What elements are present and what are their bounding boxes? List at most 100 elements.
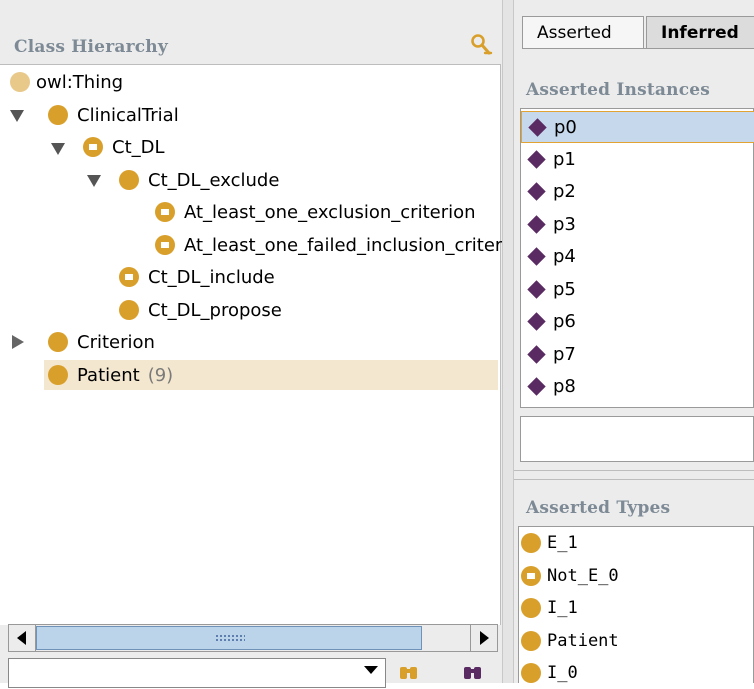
expand-toggle-icon[interactable] bbox=[51, 143, 65, 155]
individual-icon bbox=[527, 376, 546, 396]
instance-filter-field[interactable] bbox=[520, 416, 754, 462]
defined-class-icon bbox=[155, 202, 175, 222]
asserted-instances-title: Asserted Instances bbox=[526, 80, 711, 100]
list-item[interactable]: p8 bbox=[521, 370, 754, 402]
individual-icon bbox=[527, 149, 546, 169]
tab-asserted[interactable]: Asserted bbox=[522, 16, 644, 48]
list-item[interactable]: p5 bbox=[521, 273, 754, 305]
class-hierarchy-header: Class Hierarchy bbox=[0, 28, 502, 64]
type-label: Not_E_0 bbox=[547, 566, 619, 586]
list-item[interactable]: p3 bbox=[521, 208, 754, 240]
instance-label: p0 bbox=[554, 116, 577, 138]
tree-node-label: ClinicalTrial bbox=[77, 104, 179, 126]
tab-inferred[interactable]: Inferred bbox=[646, 16, 754, 48]
tree-node-criterion[interactable]: Criterion bbox=[48, 327, 155, 357]
class-tree[interactable]: owl:Thing ClinicalTrial Ct_DL Ct_DL_excl… bbox=[0, 64, 530, 625]
chevron-down-icon[interactable] bbox=[364, 666, 378, 674]
list-item[interactable]: p6 bbox=[521, 305, 754, 337]
instance-label: p4 bbox=[553, 245, 576, 267]
tree-node-label: owl:Thing bbox=[36, 71, 124, 93]
scroll-grip-icon bbox=[215, 634, 245, 643]
instance-label: p1 bbox=[553, 148, 576, 170]
tree-node-label: At_least_one_exclusion_criterion bbox=[184, 201, 476, 223]
expand-toggle-icon[interactable] bbox=[10, 110, 24, 122]
instance-label: p5 bbox=[553, 278, 576, 300]
defined-class-icon bbox=[119, 267, 139, 287]
instance-label: p3 bbox=[553, 213, 576, 235]
list-item[interactable]: p2 bbox=[521, 175, 754, 207]
tree-node-patient[interactable]: Patient (9) bbox=[44, 360, 498, 390]
tree-node-label: Ct_DL_propose bbox=[148, 299, 282, 321]
class-icon bbox=[48, 365, 68, 385]
instance-label: p6 bbox=[553, 310, 576, 332]
individual-icon bbox=[528, 117, 547, 137]
class-icon bbox=[119, 170, 139, 190]
class-icon bbox=[521, 533, 541, 553]
class-icon bbox=[521, 598, 541, 618]
tree-node-label: Ct_DL_exclude bbox=[148, 169, 280, 191]
tree-node-label: Criterion bbox=[77, 331, 155, 353]
tree-node-clinicaltrial[interactable]: ClinicalTrial bbox=[48, 100, 179, 130]
individuals-panel: Asserted Inferred Asserted Instances p0 … bbox=[514, 0, 754, 683]
instance-label: p7 bbox=[553, 343, 576, 365]
types-list[interactable]: E_1 Not_E_0 I_1 Patient I_0 bbox=[518, 526, 754, 683]
tree-node-label: Ct_DL_include bbox=[148, 266, 275, 288]
tree-node-owl-thing[interactable]: owl:Thing bbox=[10, 67, 123, 97]
class-light-icon bbox=[10, 72, 30, 92]
tree-node-label: Ct_DL bbox=[112, 136, 165, 158]
collapse-toggle-icon[interactable] bbox=[12, 335, 24, 349]
individual-icon bbox=[527, 246, 546, 266]
tab-underline bbox=[522, 48, 754, 49]
tree-node-at-least-one-exclusion-criterion[interactable]: At_least_one_exclusion_criterion bbox=[155, 197, 476, 227]
tree-node-ct-dl[interactable]: Ct_DL bbox=[83, 132, 165, 162]
instance-label: p8 bbox=[553, 375, 576, 397]
list-item[interactable]: p4 bbox=[521, 240, 754, 272]
defined-class-icon bbox=[83, 137, 103, 157]
tree-node-label: Patient bbox=[77, 364, 140, 386]
scroll-left-icon[interactable] bbox=[9, 625, 36, 651]
individual-icon bbox=[527, 181, 546, 201]
class-search-input[interactable] bbox=[8, 658, 386, 688]
list-item[interactable]: p0 bbox=[521, 111, 754, 143]
individual-icon bbox=[527, 311, 546, 331]
individual-icon bbox=[527, 344, 546, 364]
list-item[interactable]: p1 bbox=[521, 143, 754, 175]
class-icon bbox=[521, 631, 541, 651]
asserted-types-title: Asserted Types bbox=[526, 498, 671, 518]
split-pane-divider[interactable] bbox=[502, 0, 514, 683]
defined-class-icon bbox=[155, 235, 175, 255]
list-item[interactable]: Not_E_0 bbox=[519, 560, 619, 592]
tree-node-ct-dl-propose[interactable]: Ct_DL_propose bbox=[119, 295, 282, 325]
list-item[interactable]: Patient bbox=[519, 625, 619, 657]
section-divider bbox=[514, 470, 754, 480]
class-icon bbox=[521, 663, 541, 683]
class-hierarchy-title: Class Hierarchy bbox=[14, 37, 168, 57]
type-label: E_1 bbox=[547, 533, 578, 553]
list-item[interactable]: p7 bbox=[521, 338, 754, 370]
list-item[interactable]: I_1 bbox=[519, 592, 578, 624]
binoculars-icon[interactable] bbox=[398, 664, 420, 682]
tree-node-at-least-one-failed-inclusion-criterion[interactable]: At_least_one_failed_inclusion_criterion bbox=[155, 230, 530, 260]
expand-toggle-icon[interactable] bbox=[87, 175, 101, 187]
binoculars-icon[interactable] bbox=[462, 664, 484, 682]
list-item[interactable]: I_0 bbox=[519, 657, 578, 689]
type-label: I_0 bbox=[547, 663, 578, 683]
tree-node-label: At_least_one_failed_inclusion_criterion bbox=[184, 234, 530, 256]
search-person-icon[interactable] bbox=[468, 32, 494, 58]
instance-label: p2 bbox=[553, 180, 576, 202]
scroll-right-icon[interactable] bbox=[470, 625, 497, 651]
tree-node-ct-dl-include[interactable]: Ct_DL_include bbox=[119, 262, 275, 292]
scroll-thumb[interactable] bbox=[36, 626, 422, 650]
instances-list[interactable]: p0 p1 p2 p3 p4 p5 p6 p7 p8 bbox=[520, 108, 754, 408]
tree-node-ct-dl-exclude[interactable]: Ct_DL_exclude bbox=[119, 165, 279, 195]
instance-count: (9) bbox=[147, 364, 174, 386]
class-icon bbox=[48, 105, 68, 125]
horizontal-scrollbar[interactable] bbox=[8, 624, 498, 652]
class-icon bbox=[119, 300, 139, 320]
list-item[interactable]: E_1 bbox=[519, 527, 578, 559]
type-label: I_1 bbox=[547, 598, 578, 618]
class-hierarchy-panel: Class Hierarchy owl:Thing ClinicalTrial … bbox=[0, 0, 530, 688]
individual-icon bbox=[527, 279, 546, 299]
class-icon bbox=[48, 332, 68, 352]
type-label: Patient bbox=[547, 631, 619, 651]
